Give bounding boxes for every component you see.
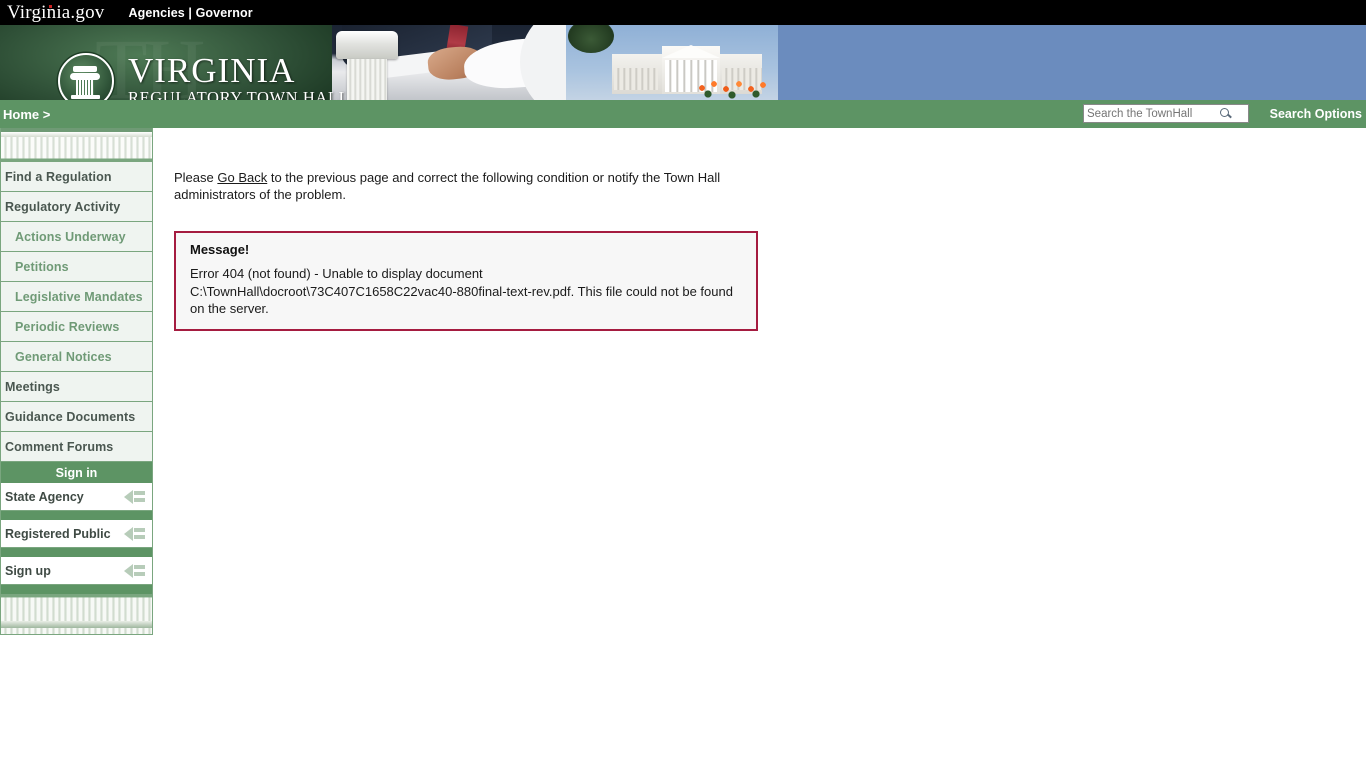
emblem-abacus-shape — [73, 66, 97, 72]
breadcrumb-search-bar: Home > Search Options — [0, 100, 1366, 128]
sidebar-item-guidance-documents[interactable]: Guidance Documents — [0, 402, 153, 432]
search-input[interactable] — [1087, 106, 1219, 121]
arrow-left-icon — [124, 526, 146, 542]
virginia-gov-brand[interactable]: Virginia.gov — [7, 2, 104, 24]
sidebar-item-periodic-reviews[interactable]: Periodic Reviews — [0, 312, 153, 342]
sign-in-divider-3 — [0, 585, 153, 594]
search-icon[interactable] — [1219, 107, 1233, 121]
search-box[interactable] — [1083, 104, 1249, 123]
sidebar-item-label: Meetings — [5, 379, 60, 394]
sidebar-colonnade-bottom — [0, 594, 153, 635]
sidebar-item-label: Petitions — [15, 259, 69, 274]
sidebar-item-label: General Notices — [15, 349, 112, 364]
sign-up-row-label: Sign up — [5, 563, 51, 578]
column-emblem-icon — [58, 53, 114, 100]
banner-photo-capitol — [566, 25, 778, 100]
sidebar-item-label: Guidance Documents — [5, 409, 136, 424]
capitol-left-columns — [614, 68, 658, 90]
arrow-bar-top-shape — [134, 490, 145, 495]
site-wordmark: VIRGINIA REGULATORY TOWN HALL — [128, 50, 350, 100]
magnifier-handle-shape — [1227, 113, 1232, 118]
sidebar-item-general-notices[interactable]: General Notices — [0, 342, 153, 372]
emblem-shaft-shape — [76, 80, 94, 95]
sidebar-item-label: Periodic Reviews — [15, 319, 120, 334]
sign-in-state-agency[interactable]: State Agency — [0, 483, 153, 511]
sidebar-item-petitions[interactable]: Petitions — [0, 252, 153, 282]
sidebar-item-meetings[interactable]: Meetings — [0, 372, 153, 402]
breadcrumb[interactable]: Home > — [3, 107, 50, 122]
sidebar: Find a Regulation Regulatory Activity Ac… — [0, 128, 153, 635]
emblem-base-shape — [71, 95, 100, 99]
emblem-scroll-shape — [70, 73, 100, 80]
sign-in-divider-1 — [0, 511, 153, 520]
sign-in-header-label: Sign in — [55, 465, 98, 480]
go-back-link[interactable]: Go Back — [217, 170, 267, 185]
sidebar-item-label: Actions Underway — [15, 229, 126, 244]
sidebar-item-regulatory-activity[interactable]: Regulatory Activity — [0, 192, 153, 222]
capitol-flowerbed — [694, 78, 778, 100]
arrow-bar-top-shape — [134, 564, 145, 569]
sidebar-item-label: Find a Regulation — [5, 169, 112, 184]
sidebar-item-label: Comment Forums — [5, 439, 114, 454]
sidebar-item-legislative-mandates[interactable]: Legislative Mandates — [0, 282, 153, 312]
wordmark-virginia: VIRGINIA — [128, 50, 296, 90]
arrow-head-shape — [124, 526, 133, 541]
arrow-head-shape — [124, 489, 133, 504]
red-dot-icon — [49, 4, 52, 8]
arrow-bar-top-shape — [134, 527, 145, 532]
search-options-link[interactable]: Search Options — [1270, 107, 1362, 121]
arrow-left-icon — [124, 563, 146, 579]
wordmark-subtitle: REGULATORY TOWN HALL — [128, 88, 350, 100]
sign-in-row-label: Registered Public — [5, 526, 111, 541]
arrow-bar-bottom-shape — [134, 497, 145, 502]
arrow-bar-bottom-shape — [134, 571, 145, 576]
capitol-tree-shape — [568, 25, 614, 53]
sidebar-item-actions-underway[interactable]: Actions Underway — [0, 222, 153, 252]
arrow-left-icon — [124, 489, 146, 505]
intro-text-before: Please — [174, 170, 218, 185]
sidebar-colonnade-top — [0, 128, 153, 162]
agencies-governor-links[interactable]: Agencies | Governor — [128, 6, 252, 20]
site-logo[interactable]: VIRGINIA REGULATORY TOWN HALL — [58, 53, 349, 100]
sign-in-row-label: State Agency — [5, 489, 84, 504]
main-content: Please Go Back to the previous page and … — [153, 128, 1366, 332]
sidebar-item-comment-forums[interactable]: Comment Forums — [0, 432, 153, 462]
sign-in-registered-public[interactable]: Registered Public — [0, 520, 153, 548]
sidebar-item-label: Legislative Mandates — [15, 289, 143, 304]
sign-up-row[interactable]: Sign up — [0, 557, 153, 585]
sign-in-header: Sign in — [0, 462, 153, 483]
sidebar-item-find-a-regulation[interactable]: Find a Regulation — [0, 162, 153, 192]
intro-paragraph: Please Go Back to the previous page and … — [174, 169, 722, 203]
capitol-pediment-shape — [662, 45, 720, 58]
error-message-box: Message! Error 404 (not found) - Unable … — [174, 231, 758, 332]
column-shaft-shape — [347, 59, 387, 100]
arrow-bar-bottom-shape — [134, 534, 145, 539]
top-government-bar: Virginia.gov Agencies | Governor — [0, 0, 1366, 25]
site-banner: TH VIRGINIA REGULATORY TOWN HALL — [0, 25, 1366, 100]
virginia-gov-brand-text: Virginia.gov — [7, 1, 105, 23]
sidebar-item-label: Regulatory Activity — [5, 199, 121, 214]
arrow-head-shape — [124, 563, 133, 578]
error-message-body: Error 404 (not found) - Unable to displa… — [190, 266, 733, 316]
error-message-title: Message! — [190, 242, 250, 258]
page-body: Find a Regulation Regulatory Activity Ac… — [0, 128, 1366, 635]
sign-in-divider-2 — [0, 548, 153, 557]
